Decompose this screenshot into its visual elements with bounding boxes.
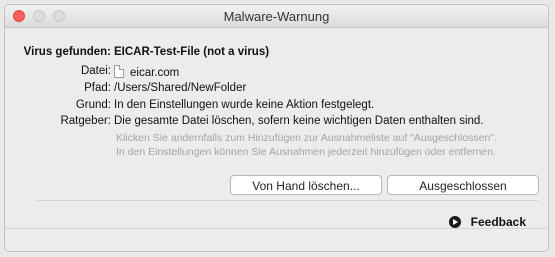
advice-value: Die gesamte Datei löschen, sofern keine … xyxy=(114,115,484,127)
hint-line-1: Klicken Sie andernfalls zum Hinzufügen z… xyxy=(116,132,497,144)
file-name: eicar.com xyxy=(130,67,180,79)
reason-value: In den Einstellungen wurde keine Aktion … xyxy=(114,99,375,111)
document-icon xyxy=(114,65,124,78)
delete-manually-button[interactable]: Von Hand löschen... xyxy=(230,175,382,195)
path-value: /Users/Shared/NewFolder xyxy=(114,82,247,94)
file-label: Datei: xyxy=(80,65,111,77)
warning-content: Virus gefunden: EICAR-Test-File (not a v… xyxy=(5,28,548,251)
hint-line-2: In den Einstellungen können Sie Ausnahme… xyxy=(116,146,497,158)
file-value: eicar.com xyxy=(114,65,179,79)
feedback-label: Feedback xyxy=(470,215,526,229)
virus-name: EICAR-Test-File (not a virus) xyxy=(114,46,270,58)
virus-found-label: Virus gefunden: xyxy=(23,46,111,58)
exclude-button[interactable]: Ausgeschlossen xyxy=(387,175,539,195)
window-bottom-bar xyxy=(5,228,548,251)
feedback-link[interactable]: Feedback xyxy=(448,215,526,229)
advice-label: Ratgeber: xyxy=(60,115,111,127)
malware-warning-window: Malware-Warnung Virus gefunden: EICAR-Te… xyxy=(4,4,549,252)
window-title: Malware-Warnung xyxy=(223,9,330,24)
arrow-circle-icon xyxy=(448,216,461,228)
reason-label: Grund: xyxy=(75,99,111,111)
separator xyxy=(37,200,538,201)
title-bar: Malware-Warnung xyxy=(5,5,548,28)
path-label: Pfad: xyxy=(84,82,111,94)
